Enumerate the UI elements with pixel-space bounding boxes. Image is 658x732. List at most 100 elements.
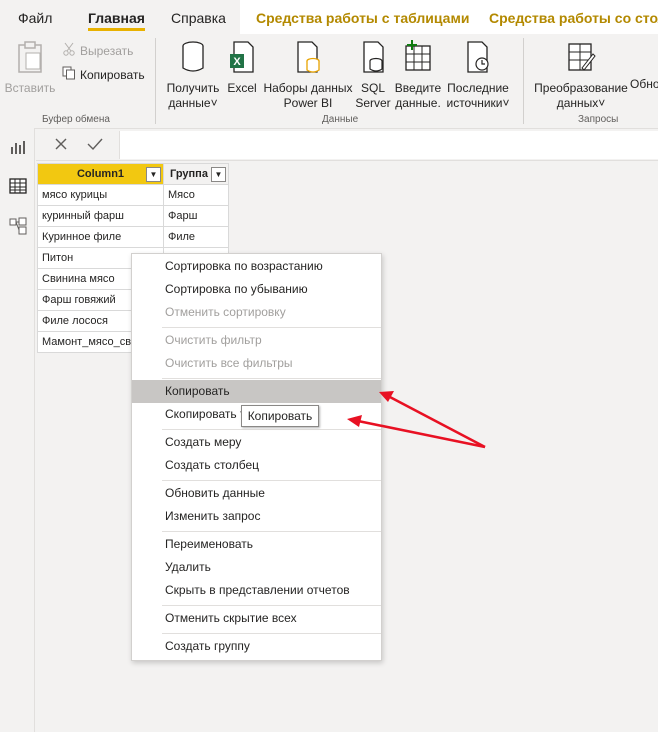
enter-data-label-2: данные. — [395, 96, 441, 110]
menu-item-refresh-data[interactable]: Обновить данные — [132, 482, 381, 505]
sql-server-button[interactable]: SQL Server — [355, 40, 391, 111]
menu-item-sort-descending[interactable]: Сортировка по убыванию — [132, 278, 381, 301]
copy-icon — [62, 66, 76, 83]
menu-item-new-column[interactable]: Создать столбец — [132, 454, 381, 477]
close-icon[interactable] — [54, 137, 68, 154]
refresh-button[interactable]: Обно — [630, 77, 658, 92]
queries-group-label: Запросы — [578, 114, 619, 125]
tab-file[interactable]: Файл — [18, 0, 52, 34]
table-row[interactable]: куринный фарш Фарш — [37, 205, 229, 227]
copy-tooltip: Копировать — [241, 405, 319, 427]
datasets-label-1: Наборы данных — [263, 81, 353, 95]
menu-item-rename[interactable]: Переименовать — [132, 533, 381, 556]
table-row[interactable]: Куринное филе Филе — [37, 226, 229, 248]
excel-icon: X — [226, 40, 258, 78]
recent-label-1: Последние — [447, 81, 509, 95]
enter-data-label-1: Введите — [394, 81, 442, 95]
menu-item-sort-ascending[interactable]: Сортировка по возрастанию — [132, 255, 381, 278]
database-icon — [164, 40, 222, 78]
model-view-icon[interactable] — [9, 217, 27, 235]
excel-label: Excel — [227, 81, 257, 95]
paste-icon — [4, 40, 56, 78]
refresh-label: Обно — [630, 77, 658, 91]
dataset-icon — [262, 40, 354, 78]
paste-label: Вставить — [4, 81, 56, 95]
sql-label-1: SQL — [360, 81, 385, 95]
filter-dropdown-icon[interactable]: ▼ — [146, 167, 161, 182]
column-context-menu: Сортировка по возрастанию Сортировка по … — [131, 253, 382, 661]
transform-icon — [532, 40, 630, 78]
data-view-icon[interactable] — [9, 177, 27, 195]
menu-separator — [162, 378, 381, 379]
chevron-down-icon: ˅ — [502, 96, 510, 110]
table-cell[interactable]: Мясо — [163, 184, 229, 206]
menu-separator — [162, 429, 381, 430]
menu-item-hide-in-report-view[interactable]: Скрыть в представлении отчетов — [132, 579, 381, 602]
menu-item-clear-sort[interactable]: Отменить сортировку — [132, 301, 381, 324]
scissors-icon — [62, 42, 76, 59]
view-switcher-rail — [0, 128, 35, 732]
copy-button[interactable]: Копировать — [62, 66, 145, 83]
column-header-group[interactable]: Группа ▼ — [163, 163, 229, 185]
get-data-label-2: данные — [168, 96, 211, 110]
table-grid-icon — [394, 40, 442, 78]
menu-separator — [162, 480, 381, 481]
excel-button[interactable]: X Excel — [226, 40, 258, 96]
cut-label: Вырезать — [80, 43, 134, 58]
menu-item-clear-filter[interactable]: Очистить фильтр — [132, 329, 381, 352]
tab-column-tools[interactable]: Средства работы со столб — [473, 0, 658, 34]
recent-label-2: источники — [446, 96, 503, 110]
ribbon: Вставить Вырезать Копировать Буфер обмен… — [0, 34, 658, 129]
table-cell[interactable]: куринный фарш — [37, 205, 164, 227]
report-view-icon[interactable] — [9, 138, 27, 156]
enter-data-button[interactable]: Введите данные. — [394, 40, 442, 111]
table-row[interactable]: мясо курицы Мясо — [37, 184, 229, 206]
table-cell[interactable]: мясо курицы — [37, 184, 164, 206]
transform-data-button[interactable]: Преобразование данных˅ — [532, 40, 630, 111]
table-cell[interactable]: Филе — [163, 226, 229, 248]
menu-separator — [162, 531, 381, 532]
transform-label-2: данных — [556, 96, 599, 110]
table-cell[interactable]: Фарш — [163, 205, 229, 227]
table-cell[interactable]: Куринное филе — [37, 226, 164, 248]
filter-dropdown-icon[interactable]: ▼ — [211, 167, 226, 182]
menu-item-delete[interactable]: Удалить — [132, 556, 381, 579]
menu-item-new-measure[interactable]: Создать меру — [132, 431, 381, 454]
menu-item-unhide-all[interactable]: Отменить скрытие всех — [132, 607, 381, 630]
get-data-label-1: Получить — [166, 81, 220, 95]
get-data-button[interactable]: Получить данные˅ — [164, 40, 222, 111]
menu-item-edit-query[interactable]: Изменить запрос — [132, 505, 381, 528]
transform-label-1: Преобразование — [534, 81, 628, 95]
tab-table-tools[interactable]: Средства работы с таблицами — [240, 0, 478, 34]
copy-label: Копировать — [80, 67, 145, 82]
recent-sources-button[interactable]: Последние источники˅ — [446, 40, 510, 111]
svg-text:X: X — [233, 56, 241, 68]
chevron-down-icon: ˅ — [210, 96, 218, 110]
menu-separator — [162, 633, 381, 634]
tab-help[interactable]: Справка — [171, 0, 226, 34]
column-header-label: Column1 — [76, 168, 125, 180]
sql-icon — [355, 40, 391, 78]
menu-item-copy[interactable]: Копировать — [132, 380, 381, 403]
cut-button[interactable]: Вырезать — [62, 42, 133, 59]
ribbon-tab-bar: Файл Главная Справка Средства работы с т… — [0, 0, 658, 34]
menu-separator — [162, 327, 381, 328]
data-group-label: Данные — [322, 114, 359, 125]
datasets-label-2: Power BI — [283, 96, 333, 110]
menu-separator — [162, 605, 381, 606]
column-header-column1[interactable]: Column1 ▼ — [37, 163, 164, 185]
formula-input[interactable] — [119, 131, 658, 159]
ribbon-separator — [155, 38, 156, 124]
clipboard-group-label: Буфер обмена — [42, 114, 110, 125]
recent-sources-icon — [446, 40, 510, 78]
paste-button[interactable]: Вставить — [4, 40, 56, 96]
sql-label-2: Server — [355, 96, 391, 110]
powerbi-datasets-button[interactable]: Наборы данных Power BI — [262, 40, 354, 111]
chevron-down-icon: ˅ — [598, 96, 606, 110]
menu-item-clear-all-filters[interactable]: Очистить все фильтры — [132, 352, 381, 375]
column-header-label: Группа — [170, 168, 208, 180]
tab-home[interactable]: Главная — [88, 0, 145, 34]
menu-item-new-group[interactable]: Создать группу — [132, 635, 381, 658]
ribbon-separator — [523, 38, 524, 124]
checkmark-icon[interactable] — [86, 137, 104, 154]
